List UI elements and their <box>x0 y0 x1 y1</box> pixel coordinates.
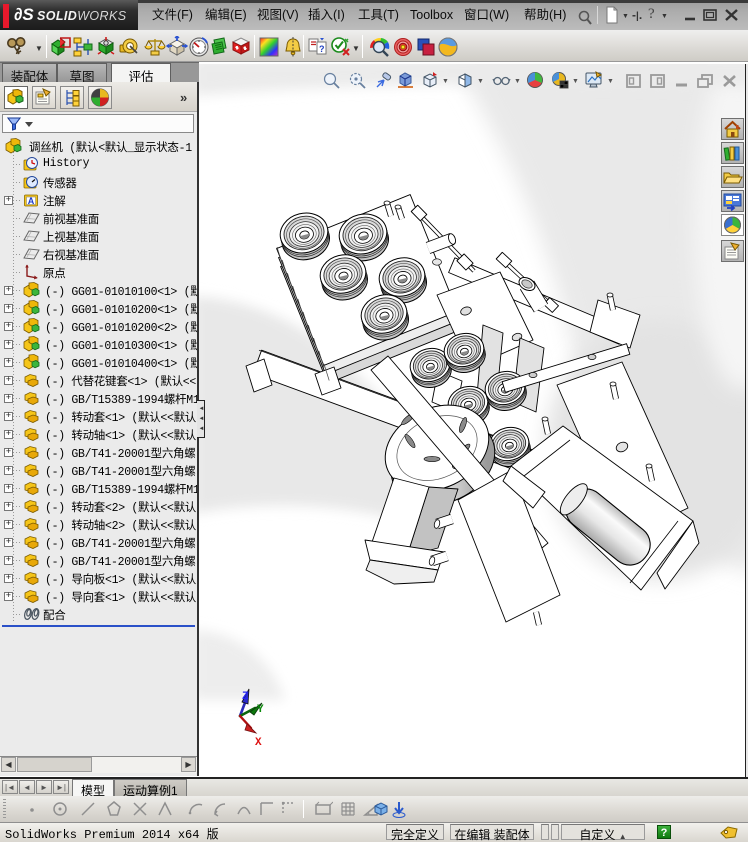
svg-text:Y: Y <box>257 704 264 716</box>
svg-text:X: X <box>255 737 262 749</box>
svg-text:Z: Z <box>242 691 249 703</box>
svg-text:?: ? <box>319 44 325 54</box>
svg-text:A: A <box>28 196 35 206</box>
